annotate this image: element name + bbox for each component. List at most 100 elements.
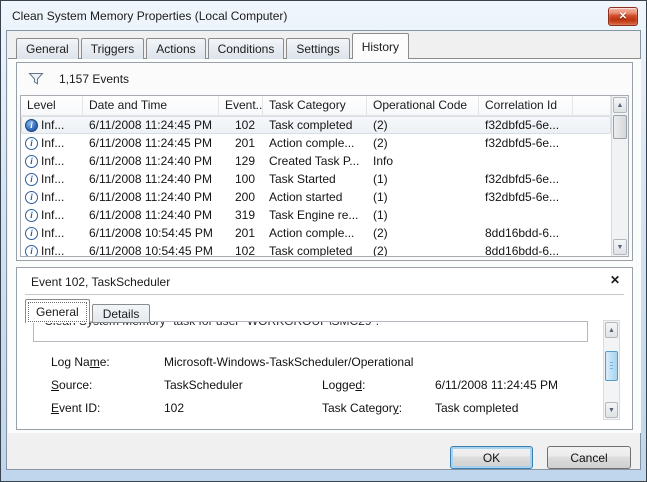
- event-count: 1,157 Events: [59, 72, 129, 86]
- event-opcode: (2): [367, 118, 479, 132]
- level-text: Inf...: [41, 190, 64, 204]
- level-text: Inf...: [41, 118, 64, 132]
- detail-tab-details[interactable]: Details: [92, 304, 151, 323]
- event-row[interactable]: Inf... 6/11/2008 11:24:40 PM 200 Action …: [21, 188, 611, 206]
- information-icon: [25, 209, 38, 222]
- event-correlation: f32dbfd5-6e...: [479, 172, 573, 186]
- event-category: Action started: [263, 190, 367, 204]
- task-category-label: Task Category:: [322, 401, 402, 416]
- column-header-correlation-id[interactable]: Correlation Id: [479, 96, 573, 115]
- tab-general[interactable]: General: [16, 38, 79, 59]
- event-category: Task Engine re...: [263, 208, 367, 222]
- event-id: 102: [219, 244, 263, 256]
- events-panel: 1,157 Events Level Date and Time Event..…: [16, 62, 633, 261]
- detail-close-icon[interactable]: ✕: [610, 273, 620, 287]
- scroll-up-button[interactable]: [613, 97, 627, 113]
- cancel-button[interactable]: Cancel: [547, 446, 631, 469]
- tab-settings[interactable]: Settings: [286, 38, 349, 59]
- column-header-task-category[interactable]: Task Category: [263, 96, 367, 115]
- tab-conditions[interactable]: Conditions: [208, 38, 285, 59]
- scroll-down-button[interactable]: [613, 239, 627, 255]
- event-row[interactable]: Inf... 6/11/2008 10:54:45 PM 102 Task co…: [21, 242, 611, 256]
- information-icon: [25, 155, 38, 168]
- tab-history[interactable]: History: [352, 33, 409, 59]
- dialog-client-area: General Triggers Actions Conditions Sett…: [6, 30, 641, 470]
- window-title: Clean System Memory Properties (Local Co…: [12, 9, 287, 23]
- close-icon: ✕: [619, 12, 627, 22]
- ok-button[interactable]: OK: [450, 446, 533, 469]
- list-header: Level Date and Time Event... Task Catego…: [21, 96, 628, 116]
- event-correlation: f32dbfd5-6e...: [479, 136, 573, 150]
- log-name-value: Microsoft-Windows-TaskScheduler/Operatio…: [164, 355, 413, 370]
- scrollbar-thumb[interactable]: [605, 351, 618, 381]
- column-header-operational-code[interactable]: Operational Code: [367, 96, 479, 115]
- event-opcode: (2): [367, 136, 479, 150]
- scroll-down-button[interactable]: [605, 402, 618, 418]
- source-label: Source:: [51, 378, 92, 393]
- event-id: 319: [219, 208, 263, 222]
- event-datetime: 6/11/2008 11:24:40 PM: [83, 154, 219, 168]
- detail-scrollbar[interactable]: [603, 320, 620, 420]
- logged-label: Logged:: [322, 378, 365, 393]
- detail-tab-strip: General Details: [25, 299, 152, 323]
- event-id: 200: [219, 190, 263, 204]
- title-bar[interactable]: Clean System Memory Properties (Local Co…: [1, 1, 646, 30]
- column-header-event-id[interactable]: Event...: [219, 96, 263, 115]
- event-row[interactable]: Inf... 6/11/2008 11:24:40 PM 319 Task En…: [21, 206, 611, 224]
- events-filter-bar: 1,157 Events: [17, 63, 632, 95]
- information-icon: [25, 245, 38, 257]
- event-category: Task completed: [263, 244, 367, 256]
- scrollbar-thumb[interactable]: [613, 115, 627, 139]
- event-row[interactable]: Inf... 6/11/2008 11:24:40 PM 129 Created…: [21, 152, 611, 170]
- event-id: 100: [219, 172, 263, 186]
- scroll-up-button[interactable]: [605, 322, 618, 338]
- detail-separator: [25, 294, 624, 296]
- event-row[interactable]: Inf... 6/11/2008 11:24:45 PM 201 Action …: [21, 134, 611, 152]
- event-id-label: Event ID:: [51, 401, 100, 416]
- event-id: 201: [219, 226, 263, 240]
- information-icon: [25, 137, 38, 150]
- event-category: Action comple...: [263, 226, 367, 240]
- column-header-datetime[interactable]: Date and Time: [83, 96, 219, 115]
- event-message-box[interactable]: "Clean System Memory" task for user "WOR…: [33, 321, 588, 342]
- event-datetime: 6/11/2008 11:24:45 PM: [83, 118, 219, 132]
- event-category: Task Started: [263, 172, 367, 186]
- information-icon: [25, 119, 38, 132]
- information-icon: [25, 227, 38, 240]
- event-id: 129: [219, 154, 263, 168]
- information-icon: [25, 173, 38, 186]
- detail-title: Event 102, TaskScheduler: [31, 275, 170, 289]
- dialog-window: Clean System Memory Properties (Local Co…: [0, 0, 647, 482]
- event-category: Created Task P...: [263, 154, 367, 168]
- event-id: 201: [219, 136, 263, 150]
- column-header-level[interactable]: Level: [21, 96, 83, 115]
- event-row[interactable]: Inf... 6/11/2008 10:54:45 PM 201 Action …: [21, 224, 611, 242]
- tab-strip: General Triggers Actions Conditions Sett…: [16, 33, 411, 59]
- window-close-button[interactable]: ✕: [608, 7, 638, 26]
- information-icon: [25, 191, 38, 204]
- task-category-value: Task completed: [435, 401, 518, 416]
- column-header-spacer: [573, 96, 611, 115]
- event-correlation: f32dbfd5-6e...: [479, 118, 573, 132]
- tab-triggers[interactable]: Triggers: [81, 38, 145, 59]
- event-category: Action comple...: [263, 136, 367, 150]
- event-category: Task completed: [263, 118, 367, 132]
- event-row[interactable]: Inf... 6/11/2008 11:24:45 PM 102 Task co…: [21, 116, 611, 134]
- log-name-label: Log Name:: [51, 355, 110, 370]
- level-text: Inf...: [41, 226, 64, 240]
- event-datetime: 6/11/2008 11:24:40 PM: [83, 172, 219, 186]
- event-correlation: f32dbfd5-6e...: [479, 190, 573, 204]
- event-opcode: (1): [367, 172, 479, 186]
- level-text: Inf...: [41, 208, 64, 222]
- tab-actions[interactable]: Actions: [146, 38, 205, 59]
- event-row[interactable]: Inf... 6/11/2008 11:24:40 PM 100 Task St…: [21, 170, 611, 188]
- detail-tab-general[interactable]: General: [25, 299, 90, 323]
- event-datetime: 6/11/2008 10:54:45 PM: [83, 244, 219, 256]
- event-detail-panel: Event 102, TaskScheduler ✕ General Detai…: [16, 267, 633, 430]
- event-datetime: 6/11/2008 11:24:40 PM: [83, 190, 219, 204]
- event-id-value: 102: [164, 401, 184, 416]
- filter-icon: [28, 71, 44, 87]
- event-correlation: 8dd16bdd-6...: [479, 226, 573, 240]
- events-scrollbar[interactable]: [611, 96, 628, 256]
- source-value: TaskScheduler: [164, 378, 243, 393]
